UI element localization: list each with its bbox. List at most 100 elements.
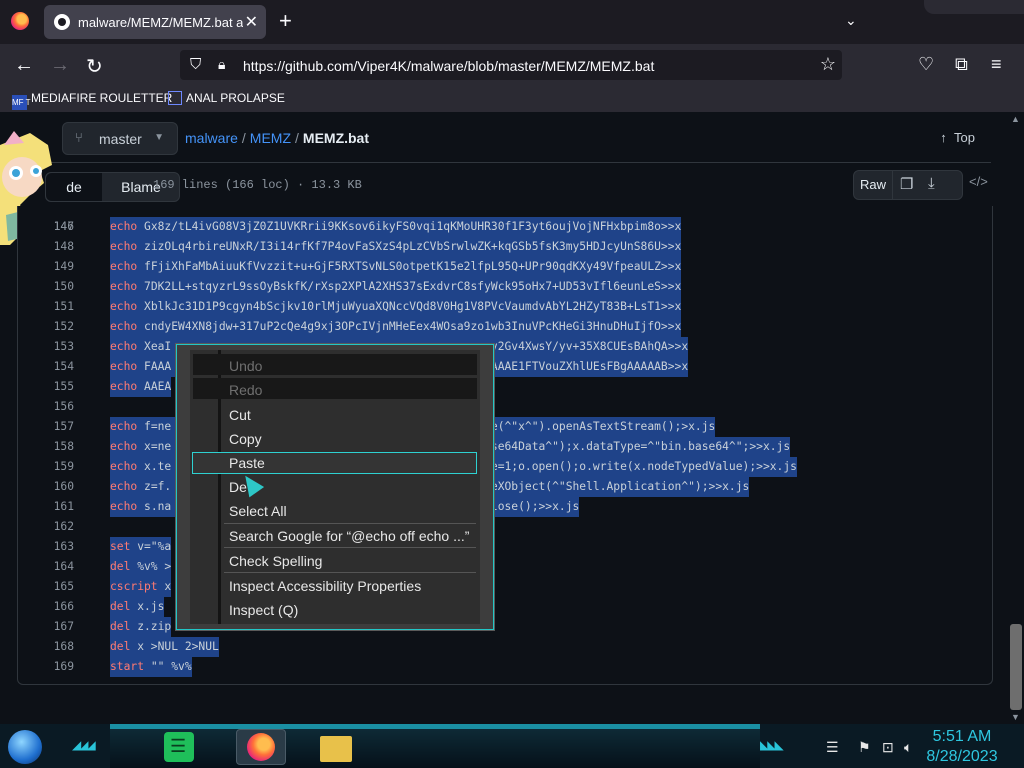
extensions-icon[interactable]: ⧉: [955, 54, 968, 75]
line-number: 150: [53, 280, 74, 293]
bookmark-star-icon[interactable]: ☆: [820, 54, 836, 75]
line-number: 166: [53, 600, 74, 613]
line-number: 164: [53, 560, 74, 573]
code-text: echo fFjiXhFaMbAiuuKfVvzzit+u+GjF5RXTSvN…: [110, 257, 682, 277]
code-keyword: echo: [110, 360, 138, 373]
code-keyword: echo: [110, 500, 138, 513]
menu-icon[interactable]: ≡: [991, 54, 1002, 75]
download-icon[interactable]: ⤓: [928, 175, 935, 192]
branch-icon: ⑂: [75, 130, 83, 145]
code-keyword: echo: [110, 340, 138, 353]
code-text: del x >NUL 2>NUL: [110, 637, 219, 657]
branch-label: master: [99, 131, 142, 147]
code-line: 155 echo AAEA: [18, 377, 992, 397]
code-keyword: echo: [110, 220, 138, 233]
line-number: 158: [53, 440, 74, 453]
list-all-tabs-icon[interactable]: ⌄: [845, 12, 857, 29]
code-text: del x.js: [110, 597, 165, 617]
menu-item-cut[interactable]: Cut: [229, 407, 251, 423]
new-tab-button[interactable]: +: [279, 8, 292, 34]
flag-icon[interactable]: ⚑: [858, 739, 871, 756]
code-line: 150 echo 7DK2LL+stqyzrL9ssOyBskfK/rXsp2XP…: [18, 277, 992, 297]
menu-item-copy[interactable]: Copy: [229, 431, 262, 447]
menu-item-inspect[interactable]: Inspect (Q): [229, 602, 298, 618]
code-keyword: set: [110, 540, 131, 553]
tray-overflow-icon[interactable]: ☰: [826, 739, 839, 756]
volume-icon[interactable]: 🔈︎: [904, 739, 912, 756]
code-line: 154 echo FAAA AAAE1FTVouZXhlUEsFBgAAAAAB>…: [18, 357, 992, 377]
pocket-icon[interactable]: ♡: [918, 54, 934, 75]
network-icon[interactable]: ⊡: [882, 739, 894, 756]
breadcrumb-folder[interactable]: MEMZ: [250, 130, 291, 146]
code-line: 157 echo f=ne );i=f.getFile(^"x^").openAs…: [18, 417, 992, 437]
line-number: 159: [53, 460, 74, 473]
code-view[interactable]: 146 147 echo Gx8z/tL4ivG08V3jZ0Z1UVKRrii9…: [17, 206, 993, 685]
scrollbar-thumb[interactable]: [1010, 624, 1022, 710]
symbols-panel-icon[interactable]: </>: [969, 174, 988, 189]
code-keyword: del: [110, 620, 131, 633]
forward-icon[interactable]: →: [50, 54, 70, 77]
code-text: echo cndyEW4XN8jdw+317uP2cQe4g9xj3OPcIVj…: [110, 317, 682, 337]
start-button[interactable]: [8, 730, 42, 764]
scroll-up-icon[interactable]: ▲: [1011, 114, 1020, 124]
code-keyword: echo: [110, 240, 138, 253]
firefox-icon: [247, 733, 275, 761]
copy-icon[interactable]: ❐: [900, 175, 913, 193]
url-text[interactable]: https://github.com/Viper4K/malware/blob/…: [243, 58, 654, 74]
menu-item-search-google[interactable]: Search Google for “@echo off echo ...”: [229, 528, 469, 544]
top-label: Top: [954, 130, 975, 145]
line-number: 147: [53, 220, 74, 233]
code-text: echo AAEA: [110, 377, 172, 397]
line-number: 169: [53, 660, 74, 673]
code-line: 148 echo zizOLq4rbireUNxR/I3i14rfKf7P4ovF…: [18, 237, 992, 257]
clock-time[interactable]: 5:51 AM: [920, 728, 1004, 746]
bookmark-mediafire[interactable]: MF TMEDIAFIRE ROULETTER: [12, 91, 172, 110]
menu-item-check-spelling[interactable]: Check Spelling: [229, 553, 322, 569]
menu-separator: [224, 523, 476, 524]
file-explorer-icon[interactable]: [320, 736, 352, 762]
code-text: echo Gx8z/tL4ivG08V3jZ0Z1UVKRrii9KKsov6i…: [110, 217, 682, 237]
file-header: ⑂ master ▼ malware / MEMZ / MEMZ.bat ↑ Top d…: [17, 112, 991, 208]
tab-strip: malware/MEMZ/MEMZ.bat at m ✕ + ⌄: [0, 0, 1024, 44]
menu-item-select-all[interactable]: Select All: [229, 503, 287, 519]
menu-item-redo[interactable]: Redo: [229, 382, 262, 398]
breadcrumb-repo[interactable]: malware: [185, 130, 238, 146]
menu-item-paste[interactable]: Paste: [229, 455, 265, 471]
line-number: 157: [53, 420, 74, 433]
tab-memz[interactable]: malware/MEMZ/MEMZ.bat at m ✕: [44, 5, 266, 39]
bookmark-label: ANAL PROLAPSE: [186, 91, 285, 105]
back-icon[interactable]: ←: [14, 54, 34, 77]
context-menu: Undo Redo Cut Copy Paste De Select All S…: [175, 343, 495, 631]
bookmarks-toolbar: MF TMEDIAFIRE ROULETTER ANAL PROLAPSE: [0, 86, 1024, 112]
breadcrumb: malware / MEMZ / MEMZ.bat: [185, 130, 369, 146]
lock-icon[interactable]: 🔒︎: [218, 56, 225, 73]
scroll-down-icon[interactable]: ▼: [1011, 712, 1020, 722]
close-tab-icon[interactable]: ✕: [245, 12, 258, 32]
url-bar[interactable]: ⛉ 🔒︎ https://github.com/Viper4K/malware/…: [180, 50, 842, 80]
notes-app-icon[interactable]: [164, 732, 194, 762]
tracking-shield-icon[interactable]: ⛉: [190, 56, 201, 73]
menu-item-inspect-accessibility[interactable]: Inspect Accessibility Properties: [229, 578, 421, 594]
code-keyword: del: [110, 600, 131, 613]
code-keyword: echo: [110, 420, 138, 433]
tab-title: malware/MEMZ/MEMZ.bat at m: [78, 15, 243, 30]
reload-icon[interactable]: ↻: [86, 54, 103, 79]
breadcrumb-separator: /: [295, 130, 299, 146]
line-number: 151: [53, 300, 74, 313]
menu-separator: [224, 547, 476, 548]
branch-selector[interactable]: ⑂ master ▼: [62, 122, 178, 155]
raw-button[interactable]: Raw: [854, 171, 893, 199]
bookmark-prolapse[interactable]: ANAL PROLAPSE: [168, 91, 285, 105]
clock-date[interactable]: 8/28/2023: [920, 748, 1004, 766]
header-divider: [17, 162, 991, 163]
firefox-taskbar-button[interactable]: [236, 729, 286, 765]
code-line: 164 del %v% >: [18, 557, 992, 577]
code-line: 146: [18, 206, 992, 233]
line-number: 152: [53, 320, 74, 333]
code-line: 156: [18, 397, 992, 417]
caret-down-icon: ▼: [154, 132, 164, 143]
code-keyword: echo: [110, 260, 138, 273]
firefox-logo-icon[interactable]: [11, 12, 29, 30]
menu-item-undo[interactable]: Undo: [229, 358, 262, 374]
top-button[interactable]: ↑ Top: [940, 130, 975, 145]
